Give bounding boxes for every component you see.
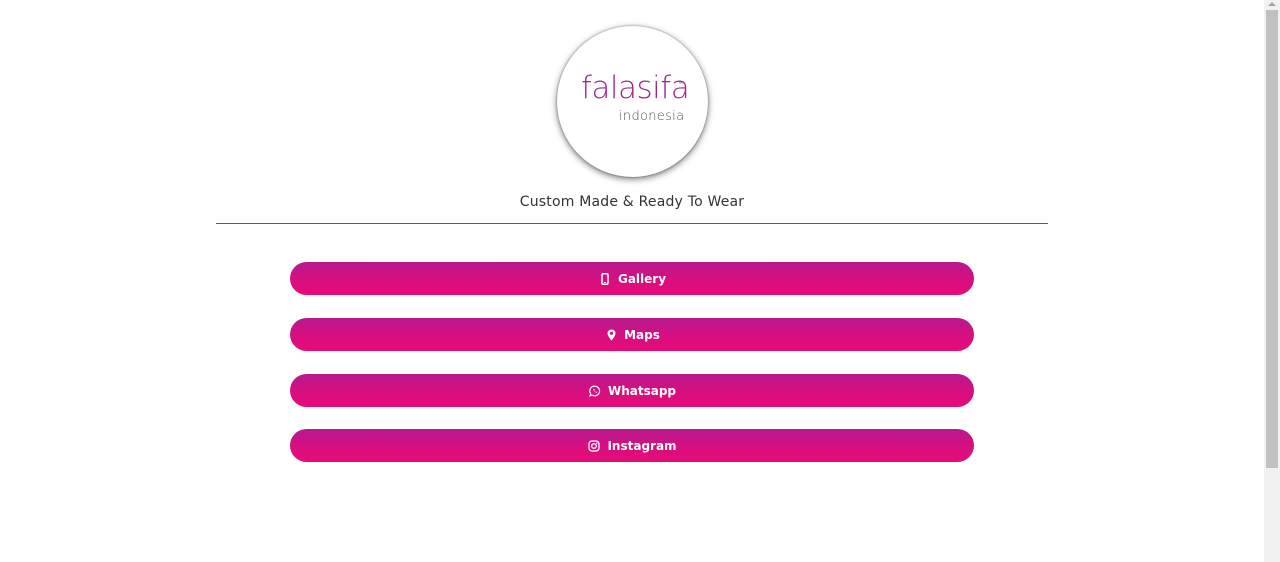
page: falasifa ™ indonesia Custom Made & Ready… <box>0 0 1280 562</box>
instagram-button[interactable]: Instagram <box>290 429 974 462</box>
mobile-phone-icon <box>598 272 612 286</box>
logo-subtitle: indonesia <box>619 109 685 124</box>
whatsapp-button[interactable]: Whatsapp <box>290 374 974 407</box>
map-marker-icon <box>604 328 618 342</box>
vertical-scrollbar[interactable] <box>1264 0 1280 562</box>
maps-button-label: Maps <box>624 327 660 342</box>
tagline: Custom Made & Ready To Wear <box>519 194 745 210</box>
instagram-button-label: Instagram <box>607 438 677 453</box>
logo-trademark: ™ <box>678 81 683 87</box>
gallery-button[interactable]: Gallery <box>290 262 974 295</box>
divider <box>216 223 1048 224</box>
gallery-button-label: Gallery <box>617 271 667 286</box>
brand-logo: falasifa ™ indonesia <box>557 26 708 177</box>
scroll-up-arrow-icon[interactable] <box>1268 2 1276 6</box>
instagram-icon <box>587 439 601 453</box>
link-page-content: falasifa ™ indonesia Custom Made & Ready… <box>0 0 1264 562</box>
whatsapp-button-label: Whatsapp <box>607 383 677 398</box>
maps-button[interactable]: Maps <box>290 318 974 351</box>
scrollbar-thumb[interactable] <box>1266 10 1278 468</box>
whatsapp-icon <box>588 384 602 398</box>
logo-wordmark: falasifa <box>581 70 690 106</box>
